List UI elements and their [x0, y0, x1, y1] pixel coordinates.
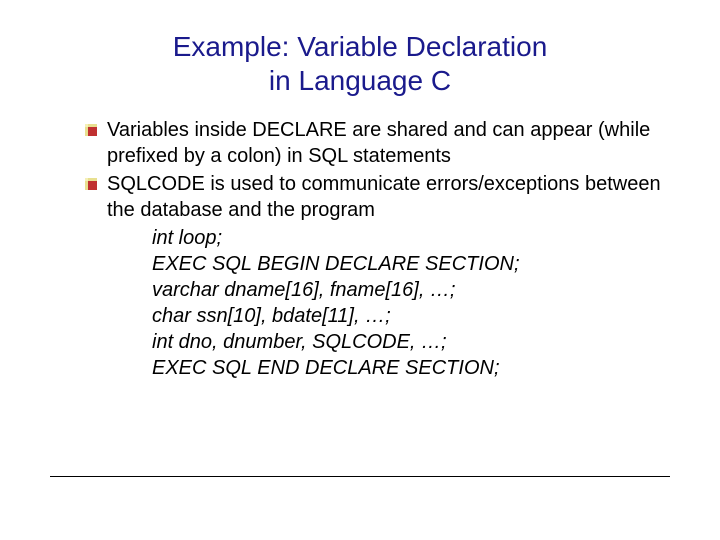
code-line: int dno, dnumber, SQLCODE, …;	[152, 329, 670, 355]
code-line: char ssn[10], bdate[11], …;	[152, 303, 670, 329]
slide-container: Example: Variable Declaration in Languag…	[0, 0, 720, 540]
bullet-icon	[85, 177, 97, 195]
slide-title: Example: Variable Declaration in Languag…	[50, 30, 670, 97]
code-block: int loop; EXEC SQL BEGIN DECLARE SECTION…	[85, 225, 670, 381]
bullet-item: Variables inside DECLARE are shared and …	[85, 117, 670, 169]
code-line: varchar dname[16], fname[16], …;	[152, 277, 670, 303]
title-line-1: Example: Variable Declaration	[173, 31, 548, 62]
bullet-item: SQLCODE is used to communicate errors/ex…	[85, 171, 670, 223]
code-line: EXEC SQL BEGIN DECLARE SECTION;	[152, 251, 670, 277]
code-line: EXEC SQL END DECLARE SECTION;	[152, 355, 670, 381]
bullet-text-1: Variables inside DECLARE are shared and …	[107, 117, 670, 169]
slide-content: Variables inside DECLARE are shared and …	[50, 117, 670, 381]
bullet-icon	[85, 123, 97, 141]
code-line: int loop;	[152, 225, 670, 251]
bullet-text-2: SQLCODE is used to communicate errors/ex…	[107, 171, 670, 223]
divider-line	[50, 476, 670, 477]
title-line-2: in Language C	[269, 65, 451, 96]
